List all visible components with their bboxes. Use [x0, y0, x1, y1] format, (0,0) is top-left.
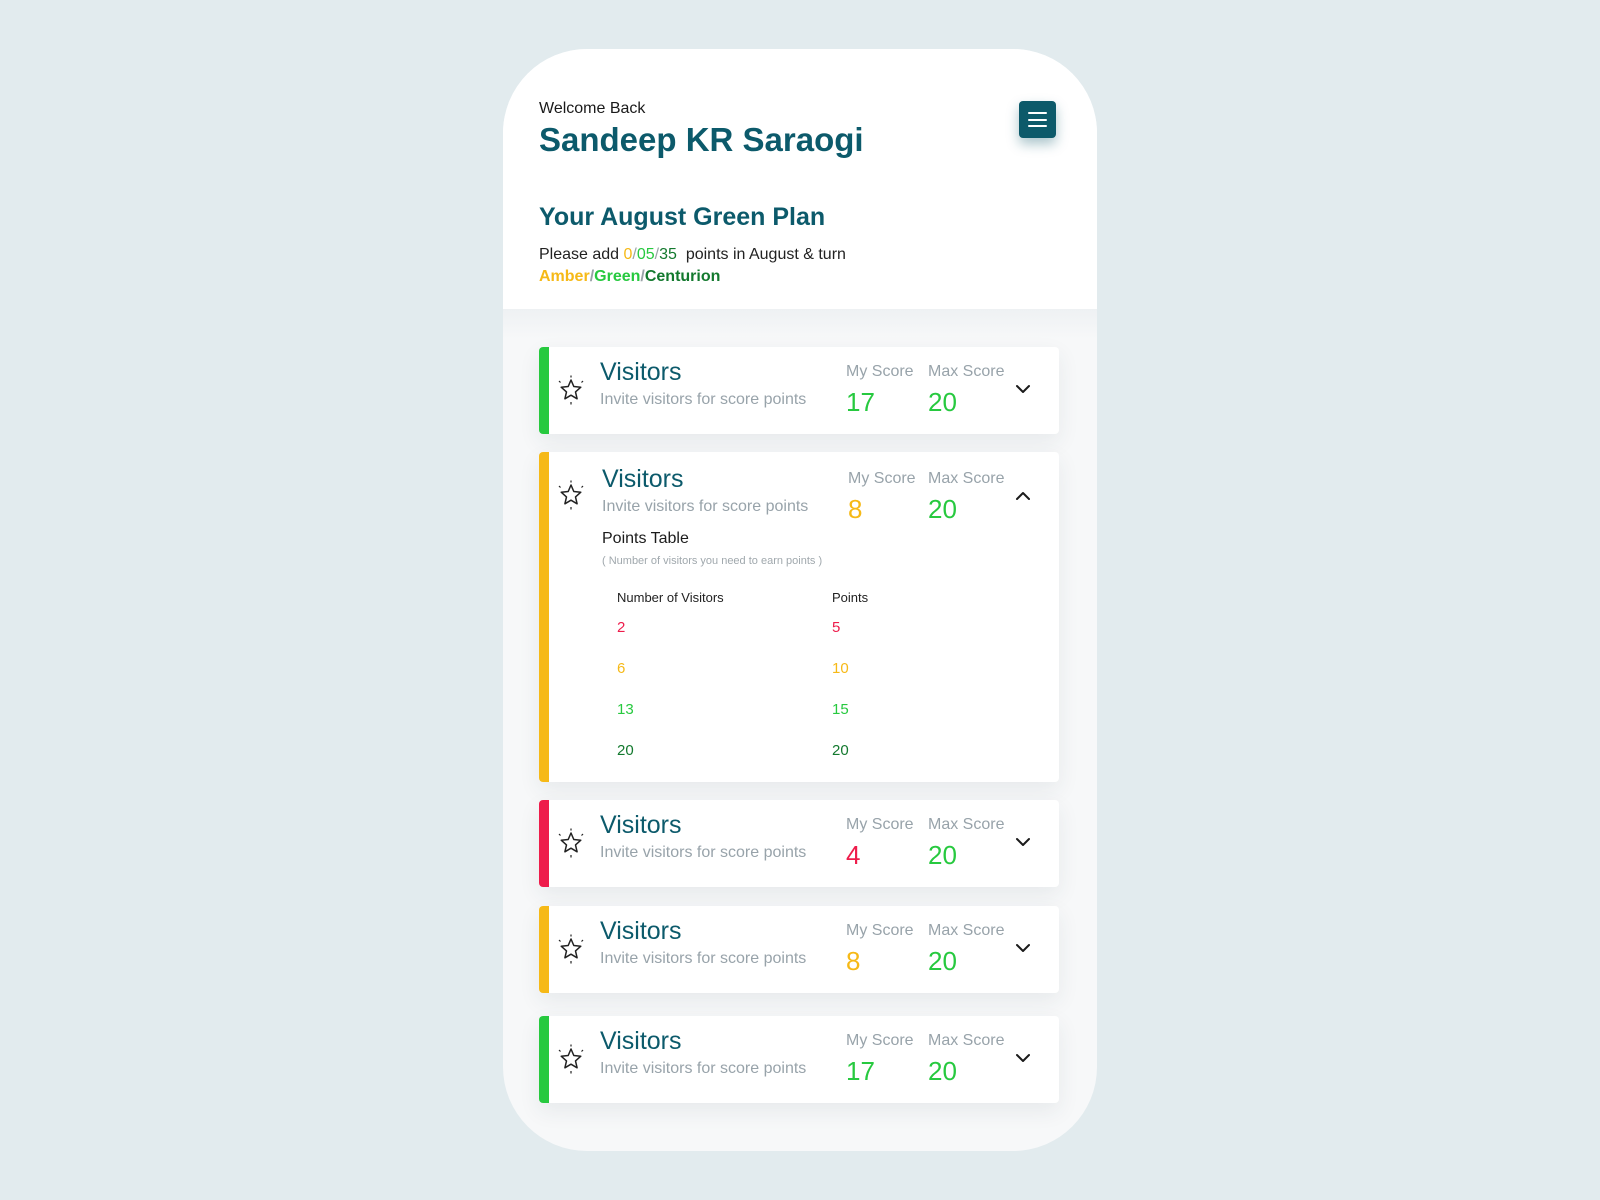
max-score-label: Max Score: [928, 922, 1005, 939]
score-card[interactable]: Visitors Invite visitors for score point…: [539, 800, 1059, 887]
points-table-note: ( Number of visitors you need to earn po…: [602, 555, 823, 567]
chevron-down-icon[interactable]: [1013, 938, 1033, 958]
user-name: Sandeep KR Saraogi: [539, 121, 864, 158]
points-centurion: 35: [659, 246, 677, 263]
star-icon: [558, 1044, 584, 1074]
header-panel: Welcome Back Sandeep KR Saraogi Your Aug…: [503, 49, 1097, 309]
points-table-title: Points Table: [602, 530, 689, 547]
chevron-up-icon[interactable]: [1013, 486, 1033, 506]
star-icon: [558, 375, 584, 405]
card-title: Visitors: [600, 811, 682, 839]
max-score-value: 20: [928, 387, 957, 417]
plan-suffix: points in August & turn: [685, 246, 846, 263]
my-score-value: 17: [846, 1056, 875, 1086]
chevron-down-icon[interactable]: [1013, 832, 1033, 852]
my-score-label: My Score: [846, 816, 914, 833]
max-score-label: Max Score: [928, 816, 1005, 833]
max-score-label: Max Score: [928, 470, 1005, 487]
my-score-value: 8: [848, 494, 863, 524]
points-green: 05: [636, 246, 655, 263]
table-cell-visitors: 2: [617, 619, 626, 636]
card-title: Visitors: [602, 465, 684, 493]
tier-amber: Amber: [539, 268, 590, 285]
max-score-value: 20: [928, 1056, 957, 1086]
score-card[interactable]: Visitors Invite visitors for score point…: [539, 906, 1059, 993]
column-header-visitors: Number of Visitors: [617, 590, 724, 605]
my-score-label: My Score: [846, 922, 914, 939]
score-card[interactable]: Visitors Invite visitors for score point…: [539, 1016, 1059, 1103]
star-icon: [558, 828, 584, 858]
plan-tiers: Amber/Green/Centurion: [539, 268, 721, 285]
card-subtitle: Invite visitors for score points: [600, 391, 807, 408]
card-subtitle: Invite visitors for score points: [600, 844, 807, 861]
hamburger-menu-icon: [1028, 112, 1047, 115]
star-icon: [558, 934, 584, 964]
card-title: Visitors: [600, 917, 682, 945]
tier-green: Green: [594, 268, 641, 285]
table-cell-visitors: 6: [617, 660, 626, 677]
table-cell-points: 10: [832, 660, 849, 677]
status-bar: [539, 906, 549, 993]
table-cell-points: 15: [832, 701, 849, 718]
max-score-label: Max Score: [928, 363, 1005, 380]
chevron-down-icon[interactable]: [1013, 379, 1033, 399]
card-subtitle: Invite visitors for score points: [600, 1060, 807, 1077]
max-score-value: 20: [928, 840, 957, 870]
status-bar: [539, 347, 549, 434]
menu-button[interactable]: [1019, 101, 1056, 138]
star-icon: [558, 480, 584, 510]
chevron-down-icon[interactable]: [1013, 1048, 1033, 1068]
table-cell-visitors: 20: [617, 742, 634, 759]
status-bar: [539, 452, 549, 782]
plan-prefix: Please add: [539, 246, 620, 263]
card-subtitle: Invite visitors for score points: [600, 950, 807, 967]
status-bar: [539, 1016, 549, 1103]
my-score-label: My Score: [846, 1032, 914, 1049]
table-cell-points: 20: [832, 742, 849, 759]
card-title: Visitors: [600, 1027, 682, 1055]
card-subtitle: Invite visitors for score points: [602, 498, 809, 515]
max-score-value: 20: [928, 946, 957, 976]
welcome-text: Welcome Back: [539, 100, 646, 117]
plan-instruction: Please add 0/05/35 points in August & tu…: [539, 246, 846, 263]
table-cell-points: 5: [832, 619, 841, 636]
score-card[interactable]: Visitors Invite visitors for score point…: [539, 347, 1059, 434]
my-score-label: My Score: [846, 363, 914, 380]
score-card-expanded[interactable]: Visitors Invite visitors for score point…: [539, 452, 1059, 782]
max-score-label: Max Score: [928, 1032, 1005, 1049]
app-screen: Welcome Back Sandeep KR Saraogi Your Aug…: [503, 49, 1097, 1151]
my-score-value: 4: [846, 840, 861, 870]
plan-title: Your August Green Plan: [539, 203, 826, 231]
table-cell-visitors: 13: [617, 701, 634, 718]
my-score-value: 8: [846, 946, 861, 976]
tier-centurion: Centurion: [644, 268, 721, 285]
status-bar: [539, 800, 549, 887]
column-header-points: Points: [832, 590, 869, 605]
max-score-value: 20: [928, 494, 957, 524]
my-score-label: My Score: [848, 470, 916, 487]
my-score-value: 17: [846, 387, 875, 417]
card-title: Visitors: [600, 358, 682, 386]
